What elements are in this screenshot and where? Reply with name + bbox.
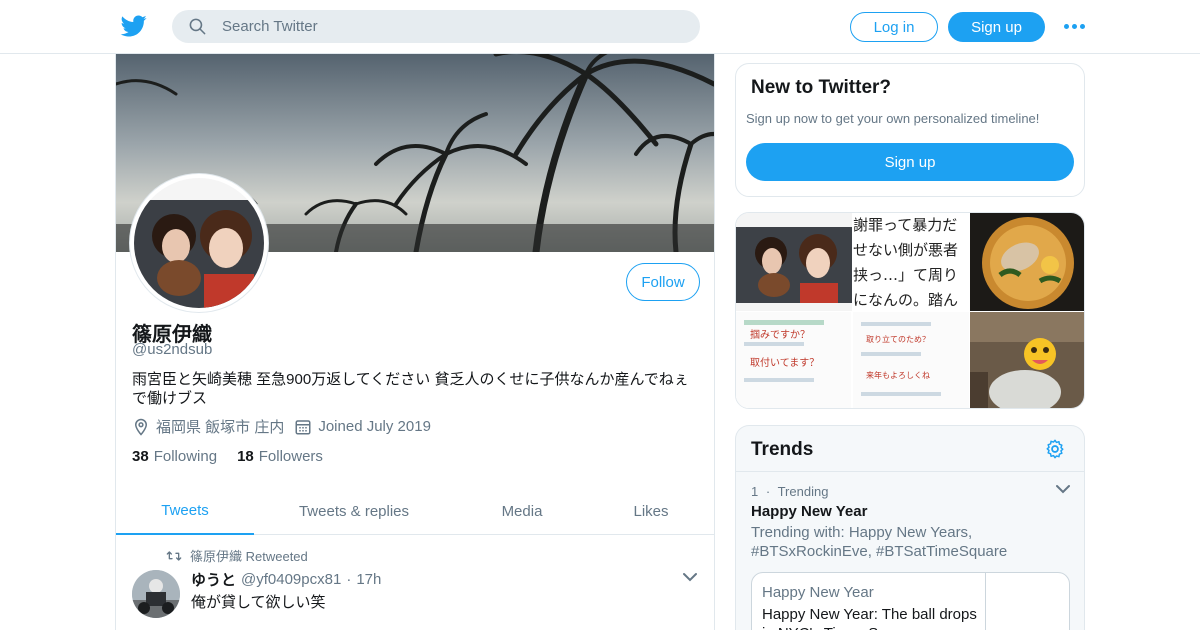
ramen-photo (970, 213, 1084, 311)
text-image-line: せない側が悪者 (853, 241, 959, 259)
trends-title: Trends (751, 439, 814, 460)
signup-button[interactable]: Sign up (948, 12, 1045, 42)
trend-news-card[interactable]: Happy New Year Happy New Year: The ball … (751, 572, 1070, 630)
trend-rank: 1 (751, 484, 759, 499)
sidebar-signup-button[interactable]: Sign up (746, 143, 1074, 181)
tweet-header: ゆうと @yf0409pcx81 · 17h (191, 569, 381, 590)
new-to-twitter-card: New to Twitter? Sign up now to get your … (735, 63, 1085, 197)
news-label: Happy New Year (762, 584, 874, 601)
tweet-time[interactable]: 17h (356, 571, 381, 588)
chat-line: 取付いてます？ (750, 358, 820, 369)
trend-category: Trending (777, 484, 829, 499)
tab-tweets-replies[interactable]: Tweets & replies (254, 488, 454, 535)
news-headline: Happy New Year: The ball drops in NYC's … (762, 606, 977, 630)
chevron-down-icon[interactable] (1056, 484, 1070, 494)
location-pin-icon (134, 418, 148, 436)
trends-card: Trends 1 · Trending Happy New Year Trend… (735, 425, 1085, 630)
following-count: 38 (132, 448, 149, 465)
new-to-twitter-title: New to Twitter? (751, 77, 892, 98)
profile-counts: 38 Following 18 Followers (132, 448, 343, 465)
following-label: Following (153, 448, 218, 465)
gear-icon[interactable] (1044, 438, 1066, 460)
search-icon (189, 18, 206, 35)
tab-likes[interactable]: Likes (590, 488, 712, 535)
profile-handle[interactable]: @us2ndsub (132, 341, 212, 358)
text-image-line: 挟っ…」て周り (853, 266, 959, 284)
text-image-line: になんの。踏ん (853, 291, 959, 309)
calendar-icon (295, 419, 311, 434)
media-tile-3[interactable] (970, 213, 1084, 311)
chat-line: 来年もよろしくね (866, 371, 930, 380)
photos-videos-grid: 謝罪って暴力だ せない側が悪者 挟っ…」て周り になんの。踏ん 掴みですか？ 取… (735, 212, 1085, 409)
avatar-photo (134, 178, 264, 308)
media-tile-2[interactable]: 謝罪って暴力だ せない側が悪者 挟っ…」て周り になんの。踏ん (853, 213, 969, 311)
media-tile-1[interactable] (736, 213, 852, 311)
text-image-line: 謝罪って暴力だ (853, 216, 958, 234)
trend-name[interactable]: Happy New Year (751, 503, 867, 520)
profile-location: 福岡県 飯塚市 庄内 (156, 419, 285, 436)
profile-meta: 福岡県 飯塚市 庄内 Joined July 2019 (132, 416, 431, 437)
tweet-author-handle[interactable]: @yf0409pcx81 (241, 571, 341, 588)
following-link[interactable]: 38 Following (132, 448, 217, 465)
avatar-photo (132, 570, 180, 618)
tweet-text: 俺が貸して欲しい笑 (191, 594, 326, 611)
twitter-bird-icon[interactable] (120, 13, 148, 39)
trend-separator: · (765, 484, 771, 499)
media-tile-5[interactable] (970, 312, 1084, 408)
followers-link[interactable]: 18 Followers (237, 448, 323, 465)
profile-bio: 雨宮臣と矢崎美穂 至急900万返してください 貧乏人のくせに子供なんか産んでねぇ… (132, 371, 689, 407)
profile-column: Follow 篠原伊織 @us2ndsub 雨宮臣と矢崎美穂 至急900万返して… (115, 54, 715, 630)
chat-line: 取り立てのため？ (866, 335, 930, 344)
retweet-icon (166, 550, 182, 561)
profile-joined-date: Joined July 2019 (318, 418, 431, 435)
more-dots-icon[interactable] (1064, 18, 1086, 34)
trend-meta: 1 · Trending (751, 484, 828, 499)
divider (736, 471, 1084, 472)
trend-related: Trending with: Happy New Years, #BTSxRoc… (751, 524, 1008, 560)
login-button[interactable]: Log in (850, 12, 938, 42)
followers-label: Followers (258, 448, 323, 465)
tweet-author-avatar[interactable] (132, 570, 180, 618)
search-input[interactable] (222, 10, 682, 43)
tweet-separator: · (346, 571, 352, 588)
person-photo (970, 312, 1084, 408)
search-box[interactable] (172, 10, 700, 43)
media-tile-4[interactable]: 掴みですか？ 取付いてます？ 取り立てのため？ 来年もよろしくね (736, 312, 969, 408)
retweet-text[interactable]: 篠原伊織 Retweeted (190, 546, 308, 565)
followers-count: 18 (237, 448, 254, 465)
top-navigation-bar: Log in Sign up (0, 0, 1200, 54)
news-thumbnail-divider (985, 573, 986, 630)
chat-line: 掴みですか？ (750, 330, 810, 341)
profile-tabs: Tweets Tweets & replies Media Likes (116, 488, 714, 535)
follow-button[interactable]: Follow (626, 263, 700, 301)
chevron-down-icon[interactable] (683, 572, 697, 582)
tweet-author-name[interactable]: ゆうと (191, 569, 236, 590)
tab-media[interactable]: Media (454, 488, 590, 535)
retweet-context: 篠原伊織 Retweeted (166, 546, 308, 565)
media-photo (736, 213, 852, 311)
profile-avatar[interactable] (130, 174, 268, 312)
tab-tweets[interactable]: Tweets (116, 488, 254, 535)
new-to-twitter-subtitle: Sign up now to get your own personalized… (746, 111, 1040, 126)
